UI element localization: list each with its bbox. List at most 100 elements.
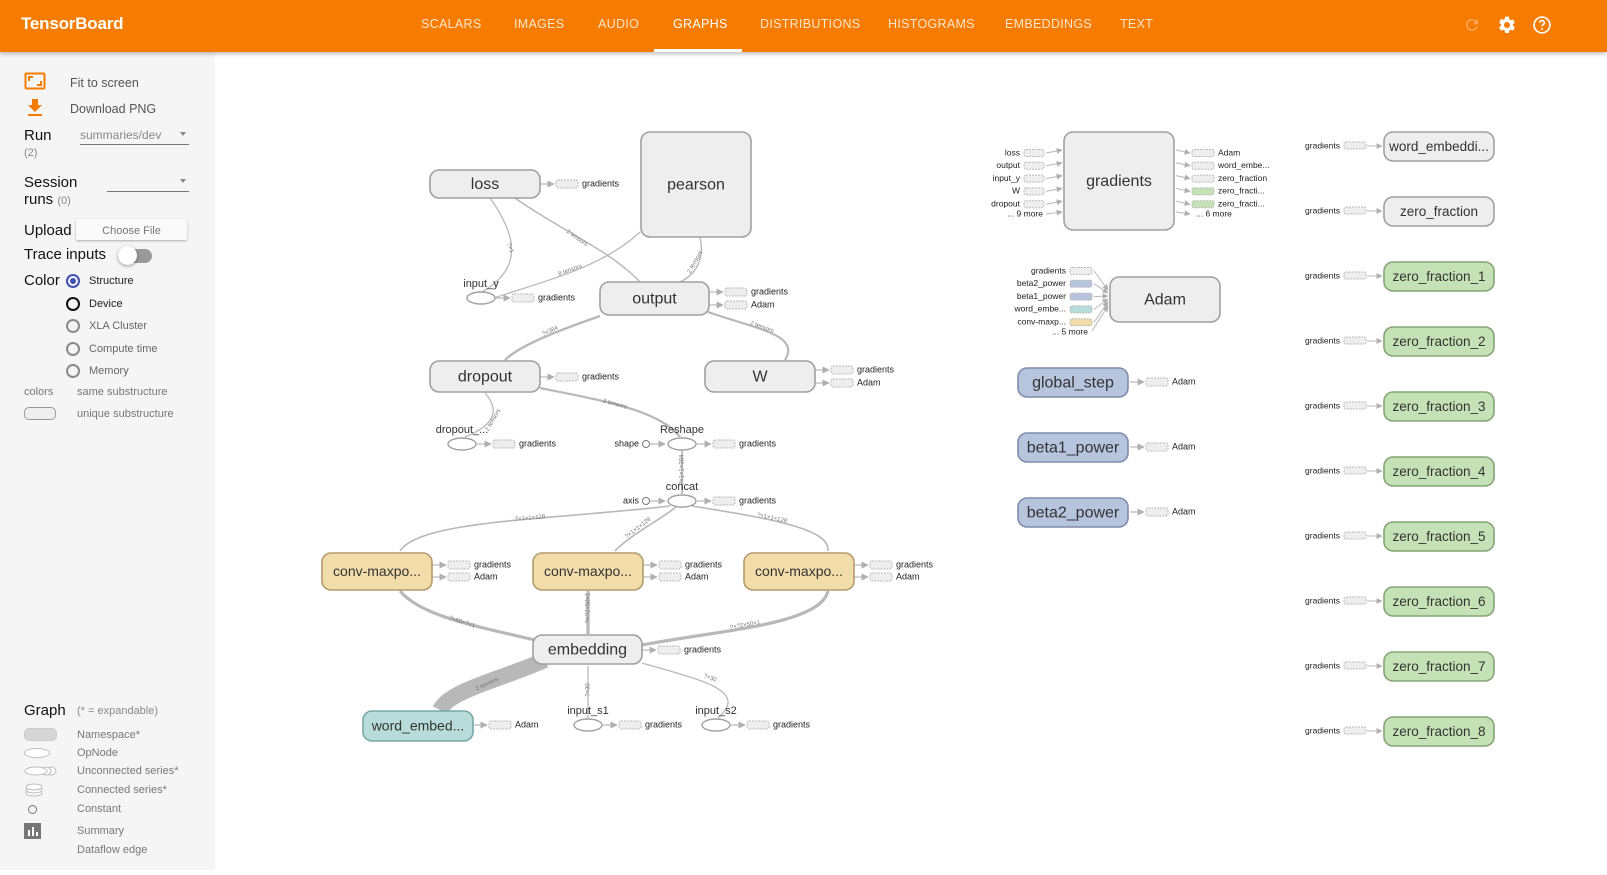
node-input-y[interactable]: input_y xyxy=(463,278,499,305)
color-radio-memory[interactable]: Memory xyxy=(66,364,129,378)
tab-embeddings[interactable]: EMBEDDINGS xyxy=(1005,17,1092,31)
stub-placeholder xyxy=(1343,726,1367,735)
node-word-embedding[interactable]: word_embed... xyxy=(362,710,474,742)
run-dropdown[interactable]: summaries/dev xyxy=(80,128,189,145)
stub-placeholder xyxy=(1069,305,1093,314)
tab-scalars[interactable]: SCALARS xyxy=(421,17,481,31)
help-icon[interactable] xyxy=(1529,12,1555,38)
summary-input-label: gradients xyxy=(1305,660,1340,670)
legend-label: Constant xyxy=(77,803,122,815)
stub-placeholder xyxy=(1191,161,1215,170)
stub-placeholder xyxy=(830,365,854,375)
summary-input-label: gradients xyxy=(1305,595,1340,605)
radio-circle-icon xyxy=(66,364,80,378)
gear-icon[interactable] xyxy=(1494,12,1520,38)
gradients-output-edge xyxy=(1175,174,1191,181)
node-summary-9[interactable]: zero_fraction_8 xyxy=(1383,716,1495,747)
aux-loss-gradients: gradients xyxy=(555,178,620,189)
graph-legend-title: Graph xyxy=(24,702,66,719)
trace-inputs-toggle[interactable] xyxy=(118,246,152,265)
stub-placeholder xyxy=(1343,141,1367,150)
tab-images[interactable]: IMAGES xyxy=(514,17,564,31)
node-summary-7[interactable]: zero_fraction_6 xyxy=(1383,586,1495,617)
node-dropout[interactable]: dropout xyxy=(429,360,541,393)
node-reshape[interactable]: Reshape xyxy=(660,424,704,451)
node-conv-maxpool-3[interactable]: conv-maxpo... xyxy=(743,552,855,591)
upload-label: Upload xyxy=(24,222,72,239)
node-loss[interactable]: loss xyxy=(429,169,541,199)
aux-embedding-gradients: gradients xyxy=(657,644,722,655)
node-summary-3-label: zero_fraction_2 xyxy=(1392,334,1485,349)
tab-graphs[interactable]: GRAPHS xyxy=(673,17,728,31)
color-radio-compute-time[interactable]: Compute time xyxy=(66,342,157,356)
node-axis-constant: axis xyxy=(623,495,650,505)
stub-placeholder xyxy=(1069,267,1093,275)
color-radio-structure[interactable]: Structure xyxy=(66,274,134,288)
node-summary-5[interactable]: zero_fraction_4 xyxy=(1383,456,1495,487)
colors-legend-row: colors same substructure xyxy=(24,386,167,398)
edge-label: ?×1×1×128 xyxy=(756,512,788,524)
adam-input-label: gradients xyxy=(1031,265,1066,275)
radio-circle-icon xyxy=(66,342,80,356)
download-png-button[interactable]: Download PNG xyxy=(24,98,156,119)
tab-distributions[interactable]: DISTRIBUTIONS xyxy=(760,17,860,31)
node-conv-maxpool-2[interactable]: conv-maxpo... xyxy=(532,552,644,591)
stub-placeholder xyxy=(658,560,682,570)
node-global-step[interactable]: global_step xyxy=(1017,367,1129,398)
colors-label: colors xyxy=(24,386,54,398)
node-summary-8[interactable]: zero_fraction_7 xyxy=(1383,651,1495,682)
aux-input-y-gradients-label: gradients xyxy=(538,292,576,302)
node-beta1-power[interactable]: beta1_power xyxy=(1017,432,1129,463)
node-reshape-shape xyxy=(667,437,697,451)
node-embedding[interactable]: embedding xyxy=(532,634,643,665)
aux-conv3-gradients: gradients xyxy=(869,559,934,570)
run-count: (2) xyxy=(24,147,38,159)
color-radio-device[interactable]: Device xyxy=(66,297,123,311)
session-runs-dropdown[interactable] xyxy=(107,175,189,192)
aux-output-gradients: gradients xyxy=(724,286,789,297)
tab-histograms[interactable]: HISTOGRAMS xyxy=(888,17,975,31)
aux-input-s2-gradients-label: gradients xyxy=(773,719,811,729)
legend-namespace: Namespace* xyxy=(24,728,140,741)
graph-canvas[interactable]: ?×1 2 tensors 8 tensors 2 tensors ?×384 2 ten… xyxy=(215,52,1607,870)
node-conv-maxpool-1[interactable]: conv-maxpo... xyxy=(321,552,433,591)
node-summary-4[interactable]: zero_fraction_3 xyxy=(1383,391,1495,422)
node-adam[interactable]: Adam xyxy=(1109,276,1221,323)
node-summary-3[interactable]: zero_fraction_2 xyxy=(1383,326,1495,357)
stub-placeholder xyxy=(724,287,748,297)
node-summary-2[interactable]: zero_fraction_1 xyxy=(1383,261,1495,292)
aux-conv3-adam: Adam xyxy=(869,571,920,582)
node-pearson[interactable]: pearson xyxy=(640,131,752,238)
chevron-down-icon xyxy=(180,179,186,183)
fit-to-screen-button[interactable]: Fit to screen xyxy=(24,72,139,93)
node-dropout-keep[interactable]: dropout_... xyxy=(436,424,489,451)
legend-label: Unconnected series* xyxy=(77,765,179,777)
aux-conv3-gradients-label: gradients xyxy=(896,559,934,569)
choose-file-button[interactable]: Choose File xyxy=(76,219,187,240)
summary-input-label: gradients xyxy=(1305,140,1340,150)
tab-text[interactable]: TEXT xyxy=(1120,17,1153,31)
summary-input-label: gradients xyxy=(1305,725,1340,735)
radio-label: Memory xyxy=(89,365,129,377)
gradients-out-more-edge xyxy=(1175,210,1191,217)
node-summary-0[interactable]: word_embeddi... xyxy=(1383,131,1495,162)
legend-opnode: OpNode xyxy=(24,747,118,759)
tab-audio[interactable]: AUDIO xyxy=(598,17,639,31)
node-gradients[interactable]: gradients xyxy=(1063,131,1175,231)
app-title: TensorBoard xyxy=(21,14,124,33)
node-beta2-power[interactable]: beta2_power xyxy=(1017,497,1129,528)
node-loss-label: loss xyxy=(471,176,499,193)
node-W[interactable]: W xyxy=(704,360,816,393)
gradients-input-edge xyxy=(1045,148,1063,154)
stub-placeholder xyxy=(1023,174,1045,183)
stub-placeholder xyxy=(1069,318,1093,327)
refresh-icon[interactable] xyxy=(1459,12,1485,38)
node-summary-1[interactable]: zero_fraction xyxy=(1383,196,1495,227)
node-shape-constant: shape xyxy=(614,438,650,448)
graph-svg[interactable]: ?×1 2 tensors 8 tensors 2 tensors ?×384 2 ten… xyxy=(215,52,1607,870)
color-radio-xla-cluster[interactable]: XLA Cluster xyxy=(66,319,147,333)
aux-dropout-keep-gradients-label: gradients xyxy=(519,438,557,448)
node-output[interactable]: output xyxy=(599,281,710,316)
node-input-s2[interactable]: input_s2 xyxy=(695,705,737,732)
node-summary-6[interactable]: zero_fraction_5 xyxy=(1383,521,1495,552)
